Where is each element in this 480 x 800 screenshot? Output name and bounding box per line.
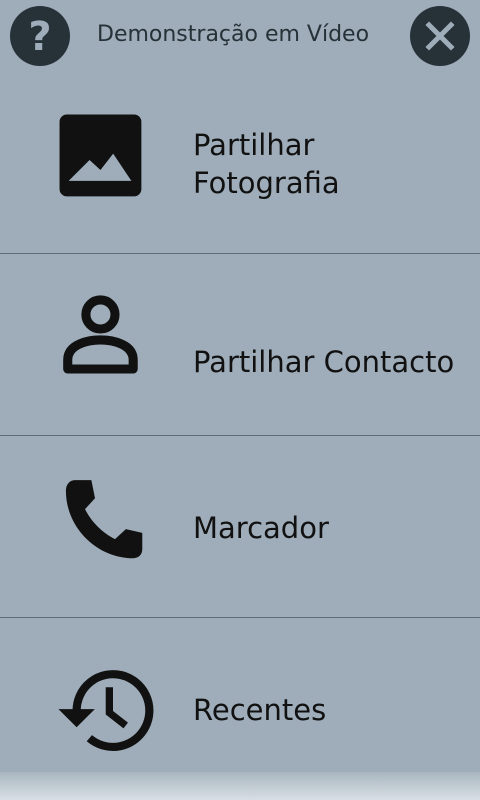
menu-item-share-photo[interactable]: Partilhar Fotografia [0, 72, 480, 254]
menu-item-share-contact[interactable]: Partilhar Contacto [0, 254, 480, 436]
contact-person-icon [63, 295, 138, 374]
menu-item-label: Marcador [193, 511, 329, 545]
phone-icon [65, 480, 143, 559]
question-mark-icon: ? [28, 14, 52, 60]
header: ? Demonstração em Vídeo [0, 0, 480, 72]
help-button[interactable]: ? [10, 6, 70, 66]
bottom-fade [0, 772, 480, 800]
close-button[interactable] [410, 6, 470, 66]
close-icon [425, 21, 455, 51]
history-icon [58, 670, 154, 751]
menu-item-label: Recentes [193, 693, 327, 727]
menu-item-dialer[interactable]: Marcador [0, 436, 480, 618]
menu-item-label: Partilhar Contacto [193, 345, 455, 379]
photo-icon [59, 114, 142, 197]
menu-list: Partilhar Fotografia Partilhar Contacto … [0, 72, 480, 799]
page-title: Demonstração em Vídeo [97, 22, 370, 47]
menu-item-label: Partilhar Fotografia [193, 128, 340, 200]
